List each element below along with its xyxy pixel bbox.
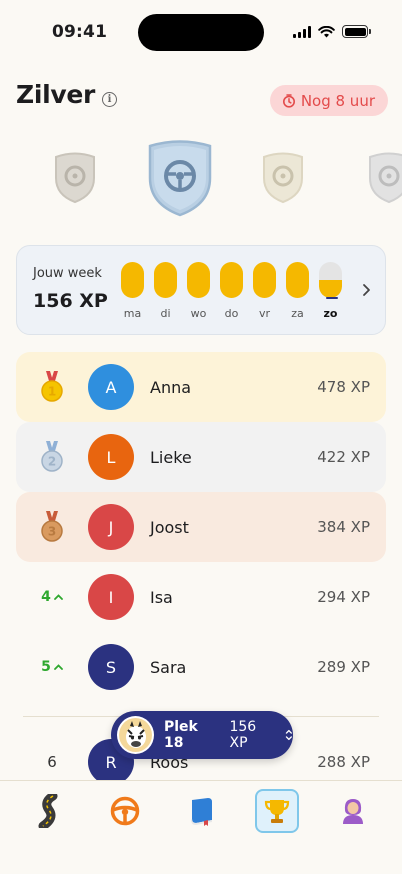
player-xp: 289 XP [317,658,370,676]
signal-icon [293,25,311,38]
player-xp: 384 XP [317,518,370,536]
player-xp: 478 XP [317,378,370,396]
bronze-medal-icon: 3 [41,511,63,542]
tab-theory[interactable] [103,789,147,833]
week-label: Jouw week [33,266,102,281]
wifi-icon [318,25,335,37]
day-label: ma [123,307,142,320]
svg-text:1: 1 [48,385,56,399]
rank-number: 5 [41,659,51,675]
timer-label: Nog 8 uur [300,91,375,110]
day-bar [121,262,144,298]
rank-number: 6 [47,753,57,771]
platina-shield[interactable] [366,152,402,204]
day-label: di [160,307,171,320]
brons-shield[interactable] [52,152,98,204]
avatar: L [88,434,134,480]
league-title: Zilver [16,80,96,109]
gold-medal-icon: 1 [41,371,63,402]
player-name: Sara [150,657,187,677]
zilver-shield[interactable] [146,140,214,218]
tab-lessons[interactable] [179,789,223,833]
player-xp: 288 XP [317,753,370,771]
day-zo: zo [319,262,342,320]
rank-up-indicator: 5 [41,659,63,675]
trophy-icon [264,800,290,823]
steering-wheel-icon [110,796,140,826]
rank-cell: 1 [16,352,88,422]
chevron-up-icon [53,594,63,600]
player-name: Joost [150,517,189,537]
player-xp: 294 XP [317,588,370,606]
rank-cell: 4 [16,562,88,632]
day-bar [286,262,309,298]
day-label: zo [323,307,338,320]
dynamic-island [138,14,264,51]
tab-profile[interactable] [331,789,375,833]
league-shields [0,140,402,220]
day-bars: ma di wo do vr za zo [121,262,342,320]
timer-icon [282,93,295,108]
user-position-pill[interactable]: Plek 18 156 XP [111,711,293,759]
chevron-right-icon [363,284,370,296]
rank-cell: 5 [16,632,88,702]
today-indicator [326,297,338,299]
day-ma: ma [121,262,144,320]
user-xp-label: 156 XP [229,719,257,751]
day-bar [220,262,243,298]
goud-shield[interactable] [260,152,306,204]
player-name: Isa [150,587,173,607]
day-za: za [286,262,309,320]
rank-up-indicator: 4 [41,589,63,605]
day-label: do [224,307,239,320]
day-bar [154,262,177,298]
avatar: J [88,504,134,550]
day-bar [319,262,342,298]
player-name: Lieke [150,447,192,467]
time-remaining-badge: Nog 8 uur [269,85,388,116]
book-icon [191,798,212,826]
leaderboard-row[interactable]: 2 L Lieke 422 XP [16,422,386,492]
tab-leaderboard[interactable] [255,789,299,833]
profile-avatar-icon [343,799,363,824]
rank-cell: 3 [16,492,88,562]
weekly-progress-card[interactable]: Jouw week 156 XP ma di wo do vr za zo [16,245,386,335]
user-rank-label: Plek 18 [163,719,198,751]
svg-text:3: 3 [48,525,56,539]
silver-medal-icon: 2 [41,441,63,472]
svg-text:2: 2 [48,455,56,469]
day-di: di [154,262,177,320]
tab-route[interactable] [27,789,71,833]
info-icon[interactable]: i [102,92,117,107]
avatar: A [88,364,134,410]
road-icon [38,794,58,828]
player-xp: 422 XP [317,448,370,466]
battery-icon [342,25,371,38]
leaderboard-row[interactable]: 3 J Joost 384 XP [16,492,386,562]
leaderboard-row[interactable]: 5 S Sara 289 XP [16,632,386,702]
day-label: za [291,307,304,320]
day-vr: vr [253,262,276,320]
day-label: vr [258,307,271,320]
status-bar: 09:41 [0,0,402,62]
avatar: I [88,574,134,620]
leaderboard-row[interactable]: 4 I Isa 294 XP [16,562,386,632]
tab-bar [0,780,402,874]
avatar: S [88,644,134,690]
leaderboard-row[interactable]: 1 A Anna 478 XP [16,352,386,422]
week-xp: 156 XP [33,290,108,312]
day-bar [253,262,276,298]
day-bar [187,262,210,298]
chevron-up-down-icon [286,729,293,741]
zebra-avatar-icon [117,716,154,754]
status-time: 09:41 [52,22,108,42]
status-icons [293,25,371,38]
rank-cell: 2 [16,422,88,492]
rank-number: 4 [41,589,51,605]
day-do: do [220,262,243,320]
day-wo: wo [187,262,210,320]
player-name: Anna [150,377,192,397]
chevron-up-icon [53,664,63,670]
day-label: wo [190,307,207,320]
